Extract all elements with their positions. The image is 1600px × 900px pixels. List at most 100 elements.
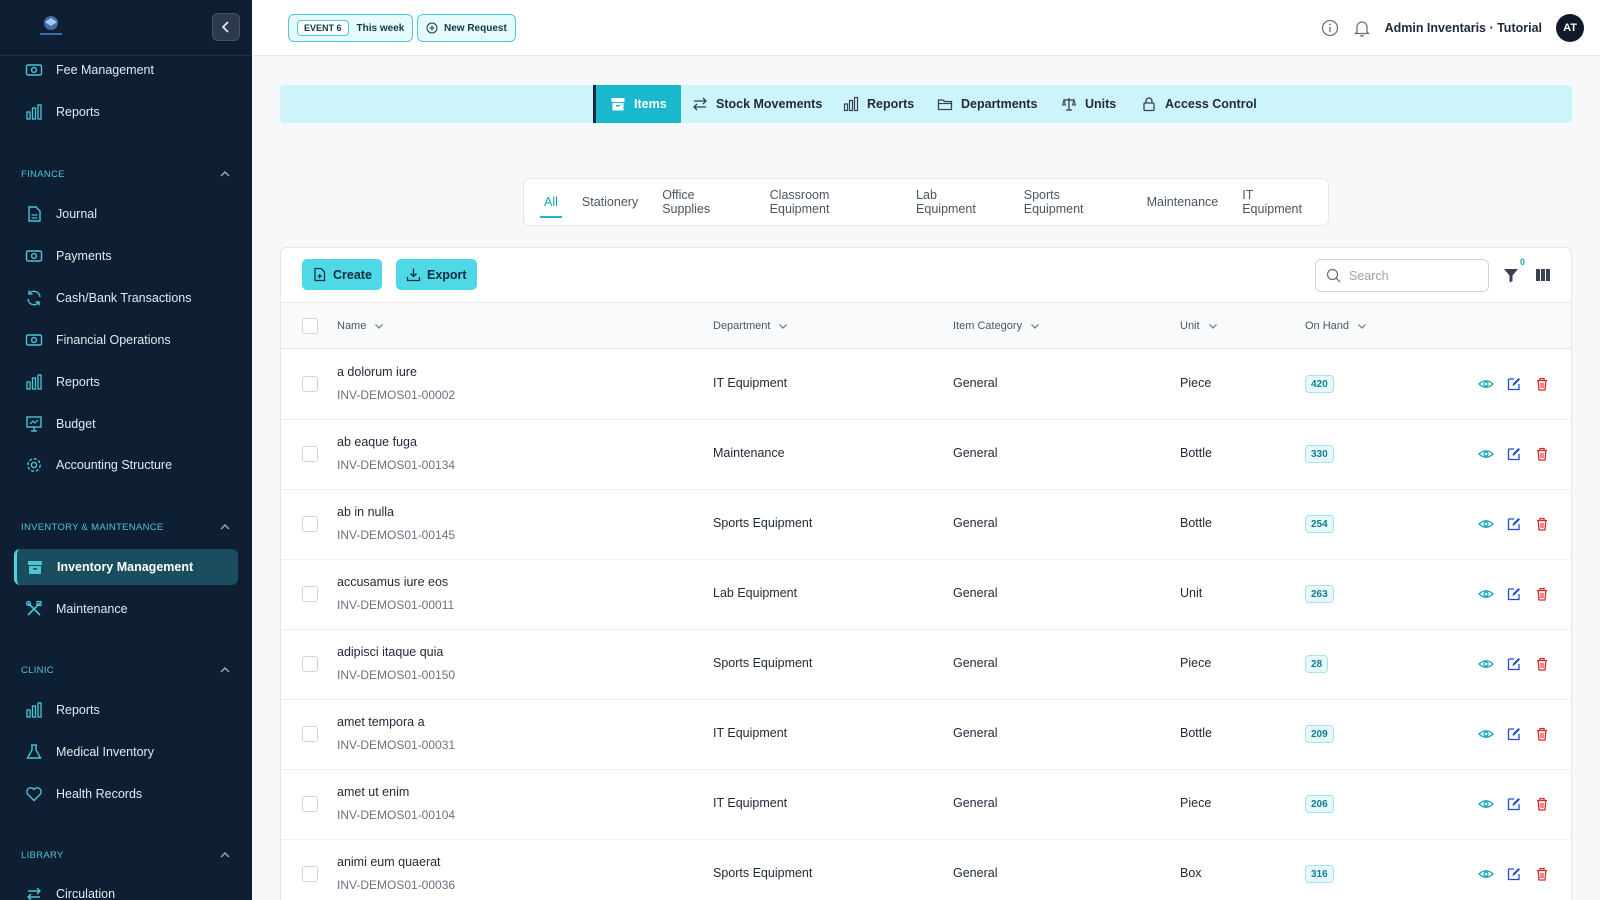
eye-icon[interactable]: [1478, 796, 1494, 812]
school-logo-icon[interactable]: [34, 12, 68, 40]
column-header-name[interactable]: Name: [337, 303, 384, 349]
sidebar-item-circulation[interactable]: Circulation: [14, 876, 238, 900]
sidebar-item-label: Medical Inventory: [56, 745, 154, 759]
sidebar-item-reports-top[interactable]: Reports: [14, 94, 238, 130]
tab-departments[interactable]: Departments: [937, 85, 1037, 123]
sidebar-collapse-button[interactable]: [212, 13, 240, 41]
sidebar-section-finance[interactable]: FINANCE: [21, 168, 231, 180]
eye-icon[interactable]: [1478, 446, 1494, 462]
sidebar-section-clinic[interactable]: CLINIC: [21, 664, 231, 676]
create-button[interactable]: Create: [302, 259, 382, 290]
user-name[interactable]: Admin Inventaris · Tutorial: [1385, 21, 1542, 35]
row-checkbox[interactable]: [302, 796, 318, 812]
eye-icon[interactable]: [1478, 586, 1494, 602]
edit-icon[interactable]: [1506, 376, 1522, 392]
sidebar-item-journal[interactable]: Journal: [14, 196, 238, 232]
trash-icon[interactable]: [1534, 866, 1550, 882]
eye-icon[interactable]: [1478, 866, 1494, 882]
sidebar-item-reports-finance[interactable]: Reports: [14, 364, 238, 400]
sidebar-item-health-records[interactable]: Health Records: [14, 776, 238, 812]
item-name[interactable]: amet ut enim: [337, 785, 409, 799]
sidebar-item-label: Journal: [56, 207, 97, 221]
trash-icon[interactable]: [1534, 446, 1550, 462]
category-tab-stationery[interactable]: Stationery: [570, 178, 650, 226]
row-checkbox[interactable]: [302, 656, 318, 672]
eye-icon[interactable]: [1478, 516, 1494, 532]
trash-icon[interactable]: [1534, 726, 1550, 742]
eye-icon[interactable]: [1478, 726, 1494, 742]
sidebar-item-maintenance[interactable]: Maintenance: [14, 591, 238, 627]
bell-icon[interactable]: [1353, 19, 1371, 37]
sidebar-item-medical-inventory[interactable]: Medical Inventory: [14, 734, 238, 770]
category-tab-lab-equipment[interactable]: Lab Equipment: [904, 178, 1012, 226]
edit-icon[interactable]: [1506, 726, 1522, 742]
tab-reports[interactable]: Reports: [843, 85, 914, 123]
row-checkbox[interactable]: [302, 376, 318, 392]
category-tab-classroom-equipment[interactable]: Classroom Equipment: [758, 178, 904, 226]
eye-icon[interactable]: [1478, 376, 1494, 392]
lock-icon: [1141, 96, 1157, 112]
row-checkbox[interactable]: [302, 726, 318, 742]
item-unit: Piece: [1180, 796, 1212, 810]
sidebar-item-inventory-management[interactable]: Inventory Management: [14, 549, 238, 585]
filter-icon[interactable]: [1502, 266, 1520, 284]
edit-icon[interactable]: [1506, 586, 1522, 602]
item-name[interactable]: ab eaque fuga: [337, 435, 417, 449]
sidebar-item-cash-bank-transactions[interactable]: Cash/Bank Transactions: [14, 280, 238, 316]
column-header-item-category[interactable]: Item Category: [953, 303, 1040, 349]
edit-icon[interactable]: [1506, 446, 1522, 462]
edit-icon[interactable]: [1506, 796, 1522, 812]
tab-label: Items: [634, 97, 667, 111]
search-input[interactable]: [1349, 268, 1479, 283]
trash-icon[interactable]: [1534, 796, 1550, 812]
sidebar-item-fee-management[interactable]: Fee Management: [14, 52, 238, 88]
item-name[interactable]: ab in nulla: [337, 505, 394, 519]
avatar[interactable]: AT: [1556, 14, 1584, 42]
column-header-on-hand[interactable]: On Hand: [1305, 303, 1367, 349]
category-tab-all[interactable]: All: [532, 178, 570, 226]
info-icon[interactable]: [1321, 19, 1339, 37]
sidebar-section-inventory[interactable]: INVENTORY & MAINTENANCE: [21, 521, 231, 533]
item-name[interactable]: amet tempora a: [337, 715, 425, 729]
chevron-up-icon: [219, 664, 231, 676]
sidebar-item-payments[interactable]: Payments: [14, 238, 238, 274]
item-name[interactable]: a dolorum iure: [337, 365, 417, 379]
eye-icon[interactable]: [1478, 656, 1494, 672]
row-checkbox[interactable]: [302, 586, 318, 602]
event-week-button[interactable]: EVENT 6 This week: [288, 14, 414, 42]
category-tab-office-supplies[interactable]: Office Supplies: [650, 178, 757, 226]
row-checkbox[interactable]: [302, 446, 318, 462]
column-header-department[interactable]: Department: [713, 303, 788, 349]
tab-items[interactable]: Items: [593, 85, 681, 123]
item-name[interactable]: accusamus iure eos: [337, 575, 448, 589]
sidebar-item-accounting-structure[interactable]: Accounting Structure: [14, 447, 238, 483]
category-tab-maintenance[interactable]: Maintenance: [1135, 178, 1231, 226]
trash-icon[interactable]: [1534, 586, 1550, 602]
tab-units[interactable]: Units: [1061, 85, 1116, 123]
trash-icon[interactable]: [1534, 656, 1550, 672]
scale-icon: [1061, 96, 1077, 112]
sidebar-item-financial-operations[interactable]: Financial Operations: [14, 322, 238, 358]
on-hand-badge: 254: [1305, 515, 1334, 533]
new-request-button[interactable]: New Request: [417, 14, 516, 42]
sidebar-item-budget[interactable]: Budget: [14, 406, 238, 442]
columns-icon[interactable]: [1534, 266, 1552, 284]
tab-access-control[interactable]: Access Control: [1141, 85, 1257, 123]
category-tab-sports-equipment[interactable]: Sports Equipment: [1012, 178, 1135, 226]
edit-icon[interactable]: [1506, 516, 1522, 532]
edit-icon[interactable]: [1506, 656, 1522, 672]
column-header-unit[interactable]: Unit: [1180, 303, 1218, 349]
edit-icon[interactable]: [1506, 866, 1522, 882]
tab-stock-movements[interactable]: Stock Movements: [692, 85, 822, 123]
item-name[interactable]: animi eum quaerat: [337, 855, 441, 869]
trash-icon[interactable]: [1534, 376, 1550, 392]
item-name[interactable]: adipisci itaque quia: [337, 645, 443, 659]
row-checkbox[interactable]: [302, 866, 318, 882]
trash-icon[interactable]: [1534, 516, 1550, 532]
select-all-checkbox[interactable]: [302, 318, 318, 334]
sidebar-section-library[interactable]: LIBRARY: [21, 849, 231, 861]
sidebar-item-reports-clinic[interactable]: Reports: [14, 692, 238, 728]
export-button[interactable]: Export: [396, 259, 477, 290]
row-checkbox[interactable]: [302, 516, 318, 532]
category-tab-it-equipment[interactable]: IT Equipment: [1230, 178, 1328, 226]
